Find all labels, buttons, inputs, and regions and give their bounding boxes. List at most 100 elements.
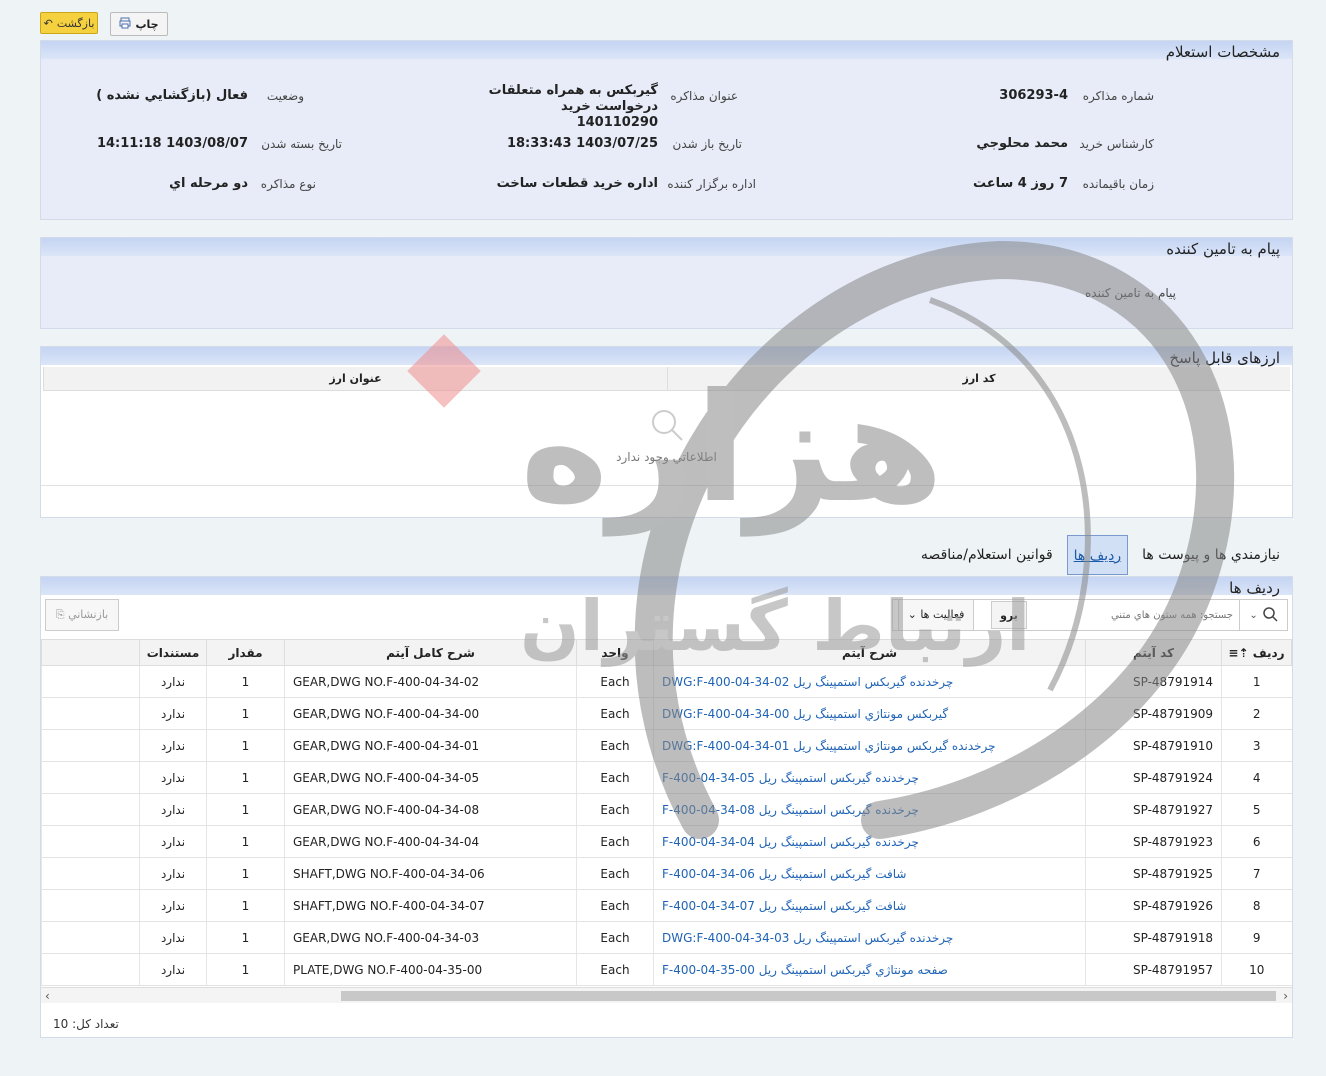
item-full-description: GEAR,DWG NO.F-400-04-34-04 (284, 825, 577, 858)
subject-label: عنوان مذاکره (670, 89, 738, 103)
buyer-label: کارشناس خريد (1079, 137, 1154, 151)
row-number: 2 (1221, 697, 1292, 730)
number-label: شماره مذاکره (1082, 89, 1154, 103)
row-number: 5 (1221, 793, 1292, 826)
item-documents: ندارد (139, 889, 207, 922)
chevron-down-icon[interactable]: ⌄ (1249, 610, 1257, 621)
item-full-description: GEAR,DWG NO.F-400-04-34-03 (284, 921, 577, 954)
col-code-header[interactable]: کد آيتم (1085, 639, 1222, 666)
item-documents: ندارد (139, 825, 207, 858)
item-description-link[interactable]: F-400-04-34-06 شافت گیربکس استمپینگ ریل (653, 857, 1086, 890)
table-row[interactable]: 6 SP-48791923 F-400-04-34-04 چرخدنده گیربک… (41, 825, 1292, 858)
item-documents: ندارد (139, 697, 207, 730)
horizontal-scrollbar[interactable]: ‹ › (41, 987, 1292, 1003)
col-full-header[interactable]: شرح کامل آيتم (284, 639, 577, 666)
go-button[interactable]: برو (991, 601, 1027, 629)
buyer-value: محمد محلوجي (976, 136, 1068, 151)
col-docs-header[interactable]: مستندات (139, 639, 207, 666)
actions-menu-button[interactable]: فعاليت ها ⌄ (898, 599, 974, 631)
dept-label: اداره برگزار کننده (667, 177, 756, 191)
item-description-link[interactable]: DWG:F-400-04-34-03 چرخدنده گیربکس استمپی… (653, 921, 1086, 954)
dept-value: اداره خريد قطعات ساخت (496, 176, 658, 191)
item-unit: Each (576, 953, 654, 986)
item-documents: ندارد (139, 857, 207, 890)
table-row[interactable]: 9 SP-48791918 DWG:F-400-04-34-03 چرخدنده گ… (41, 921, 1292, 954)
search-icons: ⌄ (1239, 600, 1287, 630)
back-button[interactable]: ↶ بازگشت (40, 12, 98, 34)
table-row[interactable]: 4 SP-48791924 F-400-04-34-05 چرخدنده گیربک… (41, 761, 1292, 794)
empty-state: اطلاعاتي وجود ندارد (41, 407, 1292, 464)
table-row[interactable]: 10 SP-48791957 F-400-04-35-00 صفحه مونتاژي… (41, 953, 1292, 986)
message-title: پيام به تامين کننده (41, 238, 1292, 258)
table-row[interactable]: 2 SP-48791909 DWG:F-400-04-34-00 گیربکس مو… (41, 697, 1292, 730)
item-documents: ندارد (139, 953, 207, 986)
scroll-thumb[interactable] (341, 991, 1276, 1001)
table-row[interactable]: 5 SP-48791927 F-400-04-34-08 چرخدنده گیربک… (41, 793, 1292, 826)
empty-cell (41, 665, 140, 698)
total-count: تعداد کل: 10 (53, 1017, 119, 1031)
item-code: SP-48791927 (1085, 793, 1222, 826)
tab-requirements[interactable]: نيازمندي ها و پيوست ها (1136, 547, 1286, 563)
table-row[interactable]: 1 SP-48791914 DWG:F-400-04-34-02 چرخدنده گ… (41, 665, 1292, 698)
col-row-header[interactable]: رديف ⇡≡ (1221, 639, 1292, 666)
back-arrow-icon: ↶ (43, 16, 53, 30)
sort-icon: ⇡≡ (1228, 645, 1249, 660)
item-quantity: 1 (206, 729, 285, 762)
item-quantity: 1 (206, 921, 285, 954)
tab-rules[interactable]: قوانين استعلام/مناقصه (915, 547, 1059, 563)
scroll-left-icon[interactable]: ‹ (45, 988, 50, 1004)
status-label: وضعيت (266, 89, 304, 103)
item-description-link[interactable]: F-400-04-34-08 چرخدنده گیربکس استمپینگ ر… (653, 793, 1086, 826)
rows-title: رديف ها (41, 577, 1292, 597)
table-row[interactable]: 3 SP-48791910 DWG:F-400-04-34-01 چرخدنده گ… (41, 729, 1292, 762)
item-quantity: 1 (206, 953, 285, 986)
magnifier-icon (41, 407, 1292, 446)
item-code: SP-48791926 (1085, 889, 1222, 922)
item-documents: ندارد (139, 921, 207, 954)
table-row[interactable]: 7 SP-48791925 F-400-04-34-06 شافت گیربکس ا… (41, 857, 1292, 890)
tab-rows[interactable]: رديف ها (1066, 535, 1129, 575)
currencies-grid-header: کد ارز عنوان ارز (43, 367, 1290, 391)
table-row[interactable]: 8 SP-48791926 F-400-04-34-07 شافت گیربکس ا… (41, 889, 1292, 922)
item-full-description: GEAR,DWG NO.F-400-04-34-08 (284, 793, 577, 826)
item-code: SP-48791923 (1085, 825, 1222, 858)
item-description-link[interactable]: F-400-04-34-07 شافت گیربکس استمپینگ ریل (653, 889, 1086, 922)
remain-value: 7 روز 4 ساعت (972, 176, 1068, 191)
print-button[interactable]: چاپ (110, 12, 168, 36)
type-value: دو مرحله اي (169, 176, 248, 191)
row-number: 3 (1221, 729, 1292, 762)
item-quantity: 1 (206, 665, 285, 698)
currencies-title: ارزهای قابل پاسخ (41, 347, 1292, 367)
row-number: 8 (1221, 889, 1292, 922)
item-description-link[interactable]: DWG:F-400-04-34-01 چرخدنده گیربکس مونتاژ… (653, 729, 1086, 762)
item-documents: ندارد (139, 793, 207, 826)
item-unit: Each (576, 889, 654, 922)
item-documents: ندارد (139, 729, 207, 762)
reset-button[interactable]: بازنشاني ⎘ (45, 599, 119, 631)
scroll-right-icon[interactable]: › (1283, 988, 1288, 1004)
tab-bar: نيازمندي ها و پيوست ها رديف ها قوانين اس… (915, 535, 1286, 575)
item-full-description: PLATE,DWG NO.F-400-04-35-00 (284, 953, 577, 986)
empty-cell (41, 953, 140, 986)
col-qty-header[interactable]: مقدار (206, 639, 285, 666)
item-quantity: 1 (206, 857, 285, 890)
item-description-link[interactable]: DWG:F-400-04-34-02 چرخدنده گیربکس استمپی… (653, 665, 1086, 698)
item-description-link[interactable]: F-400-04-34-04 چرخدنده گیربکس استمپینگ ر… (653, 825, 1086, 858)
item-documents: ندارد (139, 665, 207, 698)
item-full-description: GEAR,DWG NO.F-400-04-34-01 (284, 729, 577, 762)
items-body: 1 SP-48791914 DWG:F-400-04-34-02 چرخدنده گ… (41, 665, 1292, 986)
close-value: 1403/08/07 14:11:18 (96, 136, 248, 151)
currencies-panel: ارزهای قابل پاسخ کد ارز عنوان ارز اطلاعا… (40, 346, 1293, 518)
chevron-down-icon: ⌄ (907, 608, 917, 621)
col-desc-header[interactable]: شرح آيتم (653, 639, 1086, 666)
close-label: تاريخ بسته شدن (261, 137, 342, 151)
item-description-link[interactable]: DWG:F-400-04-34-00 گیربکس مونتاژي استمپی… (653, 697, 1086, 730)
item-description-link[interactable]: F-400-04-34-05 چرخدنده گیربکس استمپینگ ر… (653, 761, 1086, 794)
item-quantity: 1 (206, 761, 285, 794)
col-unit-header[interactable]: واحد (576, 639, 654, 666)
item-description-link[interactable]: F-400-04-35-00 صفحه مونتاژي گیربکس استمپ… (653, 953, 1086, 986)
number-value: 306293-4 (999, 88, 1068, 103)
empty-cell (41, 793, 140, 826)
items-header-row: رديف ⇡≡ کد آيتم شرح آيتم واحد شرح کامل آ… (41, 639, 1292, 666)
item-full-description: GEAR,DWG NO.F-400-04-34-02 (284, 665, 577, 698)
